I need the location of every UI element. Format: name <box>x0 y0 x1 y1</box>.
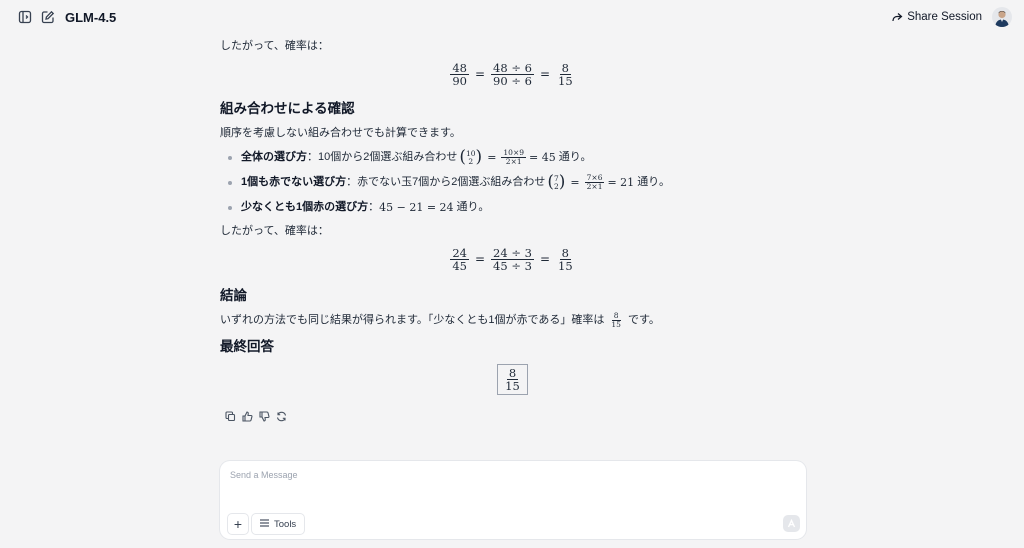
final-den: 15 <box>505 379 520 394</box>
tools-button[interactable]: Tools <box>251 513 306 535</box>
regenerate-icon[interactable] <box>273 409 290 423</box>
message-input[interactable]: Send a Message <box>230 470 298 480</box>
conclusion-text: いずれの方法でも同じ結果が得られます。「少なくとも1個が赤である」確率は <box>220 313 605 326</box>
bullet-result: = 45 <box>529 150 556 164</box>
heading-conclusion: 結論 <box>220 288 247 303</box>
bullet-suffix: 通り。 <box>558 150 592 163</box>
new-chat-icon[interactable] <box>40 9 56 25</box>
eq2-b-den: 45 ÷ 3 <box>493 259 532 274</box>
bullet-text: ： <box>368 201 380 213</box>
binom-bottom: 2 <box>468 156 474 166</box>
binomial: (10 2) <box>459 147 483 167</box>
bullet-dot <box>228 155 232 160</box>
equation-2: 24 45 = 24 ÷ 3 45 ÷ 3 = 8 15 <box>450 246 573 274</box>
send-button[interactable] <box>783 515 800 532</box>
user-avatar[interactable] <box>992 7 1012 27</box>
bullet-text: ：赤でない玉7個から2個選ぶ組み合わせ <box>346 175 546 188</box>
paragraph-combination-intro: 順序を考慮しない組み合わせでも計算できます。 <box>220 127 461 139</box>
paragraph-conclusion: いずれの方法でも同じ結果が得られます。「少なくとも1個が赤である」確率は 8 15… <box>220 312 660 329</box>
bullet-result: = 21 <box>607 175 635 189</box>
bullet-suffix: 通り。 <box>637 175 670 188</box>
binomial: (7 2) <box>547 172 566 192</box>
list-item: 少なくとも1個赤の選び方 ： 45 − 21 = 24 通り。 <box>228 200 489 215</box>
heading-combination: 組み合わせによる確認 <box>220 101 355 116</box>
heading-final-answer: 最終回答 <box>220 339 274 354</box>
bullet-text: ：10個から2個選ぶ組み合わせ <box>307 150 458 163</box>
tools-menu-icon <box>260 518 269 530</box>
share-arrow-icon <box>892 13 903 21</box>
bullet-dot <box>228 180 232 185</box>
copy-icon[interactable] <box>222 409 239 423</box>
frac-den: 2×1 <box>586 182 603 191</box>
send-icon <box>787 519 796 528</box>
bullet-suffix: 通り。 <box>456 201 490 213</box>
share-session-button[interactable]: Share Session <box>891 11 982 23</box>
frac-den: 2×1 <box>505 157 522 166</box>
eq2-c-den: 15 <box>558 259 573 274</box>
list-item: 全体の選び方 ：10個から2個選ぶ組み合わせ (10 2) = 10×9 2×1 =… <box>228 149 592 166</box>
add-attachment-button[interactable]: + <box>227 513 249 535</box>
message-actions <box>222 409 290 423</box>
eq1-b-den: 90 ÷ 6 <box>493 74 532 89</box>
conclusion-suffix: です。 <box>627 313 660 326</box>
top-bar: GLM-4.5 Share Session <box>0 0 1024 34</box>
sidebar-toggle-icon[interactable] <box>17 9 33 25</box>
bullet-expression: 45 − 21 = 24 <box>379 201 454 214</box>
bullet-bold-label: 少なくとも1個赤の選び方 <box>241 201 369 213</box>
bullet-bold-label: 全体の選び方 <box>241 150 307 163</box>
thumbs-down-icon[interactable] <box>256 409 273 423</box>
paragraph-therefore-2: したがって、確率は： <box>220 225 329 237</box>
bullet-bold-label: 1個も赤でない選び方 <box>241 175 347 188</box>
paragraph-therefore-1: したがって、確率は： <box>220 40 329 52</box>
thumbs-up-icon[interactable] <box>239 409 256 423</box>
eq1-a-den: 90 <box>452 74 467 89</box>
conclusion-frac-den: 15 <box>611 319 621 329</box>
tools-label: Tools <box>274 518 297 530</box>
eq2-a-den: 45 <box>452 259 467 274</box>
equation-1: 48 90 = 48 ÷ 6 90 ÷ 6 = 8 15 <box>450 61 573 89</box>
model-name[interactable]: GLM-4.5 <box>65 10 116 25</box>
eq1-c-den: 15 <box>558 74 573 89</box>
bullet-dot <box>228 205 232 210</box>
list-item: 1個も赤でない選び方 ：赤でない玉7個から2個選ぶ組み合わせ (7 2) = 7×… <box>228 174 670 191</box>
message-composer: Send a Message + Tools <box>220 461 806 539</box>
final-answer-box: 8 15 <box>220 364 805 396</box>
share-session-label: Share Session <box>907 11 982 23</box>
